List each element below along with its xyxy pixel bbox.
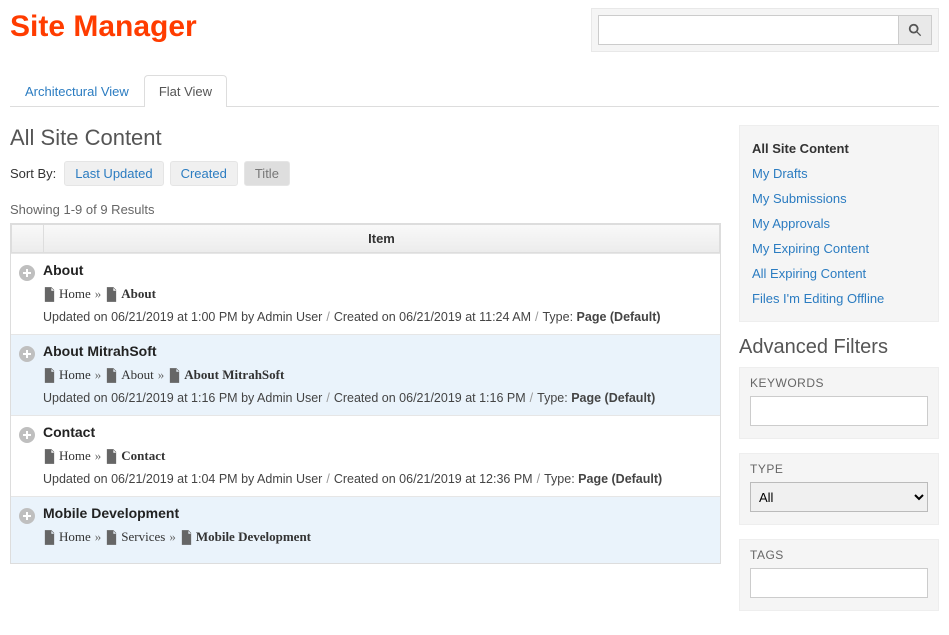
grid-header: Item <box>11 224 720 253</box>
sort-created[interactable]: Created <box>170 161 238 186</box>
filter-keywords-panel: KEYWORDS <box>739 367 939 439</box>
page-icon <box>105 368 118 383</box>
breadcrumb-segment[interactable]: Services <box>105 529 165 545</box>
table-row: About Home » About Updated on 06/21/2019… <box>11 253 720 334</box>
filter-keywords-input[interactable] <box>750 396 928 426</box>
search-input[interactable] <box>598 15 898 45</box>
breadcrumb-separator: » <box>95 448 102 464</box>
page-icon <box>105 530 118 545</box>
sort-row: Sort By: Last Updated Created Title <box>10 161 721 186</box>
page-icon <box>105 449 118 464</box>
filter-tags-panel: TAGS <box>739 539 939 611</box>
item-title[interactable]: About <box>43 262 716 278</box>
plus-icon <box>19 265 35 281</box>
advanced-filters-title: Advanced Filters <box>739 336 939 359</box>
sidebar-item-all-expiring[interactable]: All Expiring Content <box>752 261 926 286</box>
page-icon <box>105 287 118 302</box>
breadcrumb-segment[interactable]: Home <box>43 448 91 464</box>
page-title: All Site Content <box>10 125 721 151</box>
expand-button[interactable] <box>18 345 36 363</box>
page-icon <box>43 368 56 383</box>
tab-architectural-view[interactable]: Architectural View <box>10 75 144 107</box>
tab-flat-view[interactable]: Flat View <box>144 75 227 107</box>
page-icon <box>168 368 181 383</box>
item-title[interactable]: Contact <box>43 424 716 440</box>
breadcrumb-separator: » <box>95 286 102 302</box>
search-button[interactable] <box>898 15 932 45</box>
breadcrumb: Home » About » About MitrahSoft <box>43 367 716 383</box>
plus-icon <box>19 508 35 524</box>
page-icon <box>43 449 56 464</box>
breadcrumb-separator: » <box>95 529 102 545</box>
breadcrumb-segment[interactable]: About MitrahSoft <box>168 367 284 383</box>
page-icon <box>43 287 56 302</box>
sort-label: Sort By: <box>10 166 56 181</box>
sidebar-item-my-submissions[interactable]: My Submissions <box>752 186 926 211</box>
table-row: About MitrahSoft Home » About » About Mi… <box>11 334 720 415</box>
item-title[interactable]: About MitrahSoft <box>43 343 716 359</box>
page-icon <box>43 530 56 545</box>
breadcrumb-segment[interactable]: Home <box>43 367 91 383</box>
filter-tags-label: TAGS <box>750 548 928 562</box>
plus-icon <box>19 346 35 362</box>
sidebar-item-offline-files[interactable]: Files I'm Editing Offline <box>752 286 926 311</box>
filter-tags-input[interactable] <box>750 568 928 598</box>
search-icon <box>908 23 922 37</box>
results-count: Showing 1-9 of 9 Results <box>10 202 721 217</box>
item-title[interactable]: Mobile Development <box>43 505 716 521</box>
tabs-bar: Architectural View Flat View <box>10 74 939 107</box>
sort-title[interactable]: Title <box>244 161 290 186</box>
expand-button[interactable] <box>18 426 36 444</box>
filter-keywords-label: KEYWORDS <box>750 376 928 390</box>
sidebar-item-my-drafts[interactable]: My Drafts <box>752 161 926 186</box>
breadcrumb: Home » About <box>43 286 716 302</box>
breadcrumb-segment[interactable]: Home <box>43 529 91 545</box>
plus-icon <box>19 427 35 443</box>
expand-button[interactable] <box>18 264 36 282</box>
expand-button[interactable] <box>18 507 36 525</box>
filter-type-select[interactable]: All <box>750 482 928 512</box>
filter-type-panel: TYPE All <box>739 453 939 525</box>
app-title: Site Manager <box>10 10 197 44</box>
breadcrumb-segment[interactable]: Contact <box>105 448 165 464</box>
breadcrumb-separator: » <box>158 367 165 383</box>
table-row: Contact Home » Contact Updated on 06/21/… <box>11 415 720 496</box>
item-meta: Updated on 06/21/2019 at 1:04 PM by Admi… <box>43 472 716 486</box>
table-row: Mobile Development Home » Services » Mob… <box>11 496 720 563</box>
sidebar-item-my-approvals[interactable]: My Approvals <box>752 211 926 236</box>
breadcrumb-segment[interactable]: Home <box>43 286 91 302</box>
search-container <box>591 8 939 52</box>
content-grid: Item About Home » About Updated on 06/21… <box>10 223 721 564</box>
item-meta: Updated on 06/21/2019 at 1:00 PM by Admi… <box>43 310 716 324</box>
sidebar-nav: All Site Content My Drafts My Submission… <box>739 125 939 322</box>
breadcrumb-separator: » <box>169 529 176 545</box>
breadcrumb-segment[interactable]: Mobile Development <box>180 529 311 545</box>
col-header-item: Item <box>44 225 719 252</box>
sort-last-updated[interactable]: Last Updated <box>64 161 163 186</box>
page-icon <box>180 530 193 545</box>
breadcrumb: Home » Contact <box>43 448 716 464</box>
breadcrumb-separator: » <box>95 367 102 383</box>
item-meta: Updated on 06/21/2019 at 1:16 PM by Admi… <box>43 391 716 405</box>
filter-type-label: TYPE <box>750 462 928 476</box>
sidebar-item-my-expiring[interactable]: My Expiring Content <box>752 236 926 261</box>
sidebar-item-all-content: All Site Content <box>752 136 926 161</box>
breadcrumb: Home » Services » Mobile Development <box>43 529 716 545</box>
breadcrumb-segment[interactable]: About <box>105 286 156 302</box>
breadcrumb-segment[interactable]: About <box>105 367 154 383</box>
